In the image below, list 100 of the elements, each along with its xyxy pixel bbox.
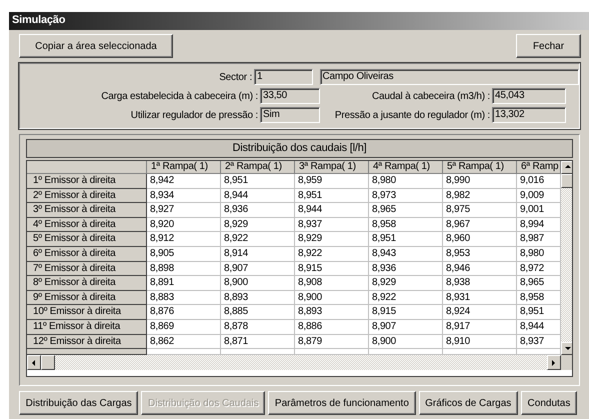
copy-button[interactable]: Copiar a área seleccionada xyxy=(19,34,173,58)
table-cell: 8,915 xyxy=(369,305,443,320)
scroll-right-button[interactable] xyxy=(547,355,561,370)
row-header: 12º Emissor à direita xyxy=(27,334,147,350)
table-cell: 8,980 xyxy=(517,246,561,262)
value-field: 13,302 xyxy=(492,107,566,123)
row-header: 1º Emissor à direita xyxy=(27,174,147,189)
table-cell: 8,951 xyxy=(295,188,369,204)
table-cell: 8,900 xyxy=(369,334,443,350)
sector-name-field: Campo Oliveiras xyxy=(320,69,579,85)
table-cell: 8,910 xyxy=(443,334,517,350)
tab-button[interactable]: Parâmetros de funcionamento xyxy=(268,391,416,415)
up-arrow-icon xyxy=(564,164,570,170)
value-field: 33,50 xyxy=(260,88,320,104)
table-cell: 8,917 xyxy=(443,320,517,335)
scroll-down-button[interactable] xyxy=(561,342,572,356)
tab-button[interactable]: Distribuição das Cargas xyxy=(19,391,138,415)
table-cell: 8,876 xyxy=(147,305,221,320)
table-cell: 9,016 xyxy=(517,174,561,189)
sector-field: 1 xyxy=(254,69,313,85)
column-header: 3ª Rampa( 1) xyxy=(295,161,369,174)
horizontal-scrollbar[interactable] xyxy=(27,355,561,370)
table-cell: 8,951 xyxy=(369,232,443,247)
table-cell: 8,958 xyxy=(369,218,443,232)
table-cell: 8,922 xyxy=(369,290,443,306)
table-title: Distribuição dos caudais [l/h] xyxy=(26,139,573,158)
table-cell: 8,982 xyxy=(443,188,517,204)
row-header: 11º Emissor à direita xyxy=(27,320,147,335)
table-cell: 8,960 xyxy=(443,232,517,247)
row-header: 6º Emissor à direita xyxy=(27,246,147,262)
table-cell: 8,878 xyxy=(221,320,295,335)
field-label: Pressão a jusante do regulador (m) : xyxy=(334,110,491,120)
table-cell: 8,944 xyxy=(295,203,369,218)
vertical-scrollbar[interactable] xyxy=(561,161,572,356)
field-label: Sector : xyxy=(218,72,254,82)
table-cell: 8,907 xyxy=(369,320,443,335)
table-cell: 8,942 xyxy=(147,174,221,189)
table-cell: 8,987 xyxy=(517,232,561,247)
field-label: Caudal à cabeceira (m3/h) : xyxy=(371,90,491,102)
table-cell: 8,885 xyxy=(221,305,295,320)
table-cell: 8,946 xyxy=(443,262,517,276)
value-field: Sim xyxy=(260,107,320,123)
table-cell: 8,951 xyxy=(517,305,561,320)
row-header: 5º Emissor à direita xyxy=(27,232,147,247)
table-cell: 8,943 xyxy=(369,246,443,262)
table-cell: 8,871 xyxy=(221,334,295,350)
scroll-thumb[interactable] xyxy=(41,355,55,370)
left-arrow-icon xyxy=(31,360,37,366)
table-cell: 8,967 xyxy=(443,218,517,232)
table-cell: 8,914 xyxy=(221,246,295,262)
table-cell: 8,905 xyxy=(147,246,221,262)
row-header: 4º Emissor à direita xyxy=(27,218,147,232)
tab-button[interactable]: Condutas xyxy=(520,391,577,415)
column-header: 1ª Rampa( 1) xyxy=(147,161,221,174)
value-field: 45,043 xyxy=(492,88,566,104)
table-cell: 8,958 xyxy=(517,290,561,306)
table-cell: 8,944 xyxy=(517,320,561,335)
scroll-thumb[interactable] xyxy=(561,174,572,188)
table-cell: 8,912 xyxy=(147,232,221,247)
close-button[interactable]: Fechar xyxy=(516,34,581,58)
table-cell: 8,915 xyxy=(295,262,369,276)
row-header: 8º Emissor à direita xyxy=(27,276,147,291)
table-cell: 8,938 xyxy=(443,276,517,291)
table-cell: 8,965 xyxy=(517,276,561,291)
table-cell: 8,900 xyxy=(295,290,369,306)
row-header: 3º Emissor à direita xyxy=(27,203,147,218)
table-cell: 8,936 xyxy=(369,262,443,276)
table-cell: 8,934 xyxy=(147,188,221,204)
table-cell: 8,924 xyxy=(443,305,517,320)
table-cell: 8,893 xyxy=(295,305,369,320)
table-cell: 8,883 xyxy=(147,290,221,306)
table-cell: 8,929 xyxy=(221,218,295,232)
table-cell: 8,891 xyxy=(147,276,221,291)
table-cell: 9,001 xyxy=(517,203,561,218)
row-header: 2º Emissor à direita xyxy=(27,188,147,204)
row-header: 10º Emissor à direita xyxy=(27,305,147,320)
table-cell: 8,973 xyxy=(369,188,443,204)
table-cell: 8,972 xyxy=(517,262,561,276)
scroll-up-button[interactable] xyxy=(561,161,572,174)
row-header: 9º Emissor à direita xyxy=(27,290,147,306)
table-cell: 8,929 xyxy=(295,232,369,247)
table-cell: 8,886 xyxy=(295,320,369,335)
tab-button[interactable]: Gráficos de Cargas xyxy=(418,391,518,415)
table-cell: 8,944 xyxy=(221,188,295,204)
scroll-left-button[interactable] xyxy=(27,355,41,370)
right-arrow-icon xyxy=(551,360,557,366)
table-cell: 8,893 xyxy=(221,290,295,306)
table-cell: 8,920 xyxy=(147,218,221,232)
down-arrow-icon xyxy=(564,346,570,352)
field-label: Utilizar regulador de pressão : xyxy=(130,110,259,120)
table-cell: 8,990 xyxy=(443,174,517,189)
window-title: Simulação xyxy=(9,12,589,30)
table-cell: 8,879 xyxy=(295,334,369,350)
column-header: 2ª Rampa( 1) xyxy=(221,161,295,174)
table-cell: 8,936 xyxy=(221,203,295,218)
table-cell: 8,980 xyxy=(369,174,443,189)
table-cell: 8,951 xyxy=(221,174,295,189)
table-cell: 8,953 xyxy=(443,246,517,262)
table-cell: 8,907 xyxy=(221,262,295,276)
table-cell: 8,929 xyxy=(369,276,443,291)
